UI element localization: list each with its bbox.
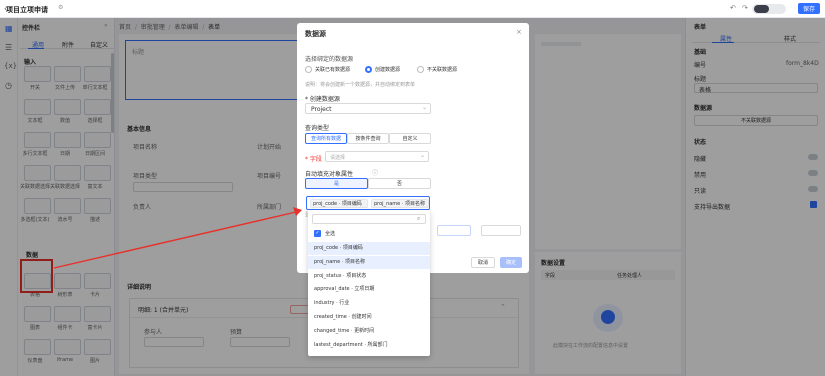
dropdown-option-4[interactable]: industry · 行业 (308, 297, 430, 310)
select-all-label: 全选 (325, 231, 336, 237)
selected-tag-1-text: proj_name · 项目名称 (374, 201, 426, 207)
create-select[interactable]: Project ⌄ (305, 103, 431, 114)
choose-label: 选择绑定的数据源 (305, 56, 354, 63)
mode-toggle[interactable] (752, 4, 786, 14)
method-condition[interactable]: 按条件查询 (347, 133, 389, 144)
redo-icon[interactable]: ↷ (742, 4, 748, 12)
select-all-checkbox[interactable]: ✓ (314, 230, 321, 237)
dropdown-search-input[interactable]: ⌕ (312, 214, 426, 224)
dropdown-option-6[interactable]: changed_time · 更新时间 (308, 325, 430, 338)
create-label: * 创建数据源 (305, 96, 340, 103)
dropdown-option-5[interactable]: created_time · 创建时间 (308, 311, 430, 324)
selected-tag-0[interactable]: proj_code · 项目编码 (310, 199, 368, 208)
auto-label: 自动填充对象属性 (305, 171, 354, 178)
close-icon[interactable]: × (516, 28, 522, 36)
method-label: 查询类型 (305, 125, 330, 132)
field-chevron-icon: ⌄ (420, 152, 426, 159)
field-select[interactable]: 请选择 ⌄ (325, 151, 429, 162)
field-select-placeholder: 请选择 (330, 155, 346, 161)
multi-select-box[interactable]: proj_code · 项目编码 proj_name · 项目名称 (306, 196, 430, 210)
radio-existing[interactable] (305, 66, 312, 73)
search-icon: ⌕ (417, 215, 421, 222)
ok-button[interactable]: 确定 (500, 257, 522, 268)
radio-none-label: 不关联数据源 (427, 67, 458, 73)
method-all[interactable]: 查询所有数据 (305, 133, 347, 144)
method-tabs: 查询所有数据 按条件查询 自定义 (305, 133, 431, 144)
dropdown-option-1[interactable]: proj_name · 项目名称 (308, 255, 430, 269)
radio-none[interactable] (417, 66, 424, 73)
dropdown-option-2[interactable]: proj_status · 项目状态 (308, 270, 430, 283)
help-icon[interactable]: ⓘ (372, 168, 378, 177)
undo-icon[interactable]: ↶ (730, 4, 736, 12)
auto-toggle: 是 否 (305, 178, 431, 189)
selected-tag-1[interactable]: proj_name · 项目名称 (371, 199, 429, 208)
dropdown-option-7[interactable]: lastest_department · 所属部门 (308, 339, 430, 352)
modal-title: 数据源 (305, 30, 326, 38)
create-hint: 说明：将会创建新一个数据源，并自动绑定到表单 (305, 82, 416, 88)
app-title: 项目立项申请 (6, 6, 48, 14)
extra-input-0[interactable] (437, 225, 471, 236)
auto-yes[interactable]: 是 (305, 178, 368, 189)
radio-create[interactable] (365, 66, 372, 73)
radio-create-label: 创建数据源 (375, 67, 401, 73)
dropdown-panel: ⌕ ✓ 全选 proj_code · 项目编码 proj_name · 项目名称 p… (308, 210, 430, 356)
radio-group: 关联已有数据源 创建数据源 不关联数据源 (305, 65, 505, 74)
field-dropdown: proj_code · 项目编码 proj_name · 项目名称 ⌕ ✓ 全选… (306, 196, 430, 356)
method-custom[interactable]: 自定义 (389, 133, 431, 144)
chevron-down-icon: ⌄ (422, 104, 428, 111)
save-button[interactable]: 保存 (798, 3, 820, 14)
edit-icon[interactable]: ⚙ (58, 4, 63, 11)
field-label: * 字段 (305, 156, 322, 163)
radio-existing-label: 关联已有数据源 (315, 67, 351, 73)
dropdown-option-0[interactable]: proj_code · 项目编码 (308, 242, 430, 255)
dropdown-options: proj_code · 项目编码 proj_name · 项目名称 proj_sta… (308, 242, 430, 354)
top-bar: ‹ 项目立项申请 ⚙ ↶ ↷ 保存 (0, 0, 825, 18)
auto-no[interactable]: 否 (368, 178, 431, 189)
select-all-row[interactable]: ✓ 全选 (308, 228, 430, 240)
cancel-button[interactable]: 取消 (471, 257, 495, 268)
create-select-value: Project (311, 106, 332, 113)
extra-input-1[interactable] (481, 225, 521, 236)
dropdown-option-3[interactable]: approval_date · 立项日期 (308, 283, 430, 296)
selected-tag-0-text: proj_code · 项目编码 (313, 201, 362, 207)
